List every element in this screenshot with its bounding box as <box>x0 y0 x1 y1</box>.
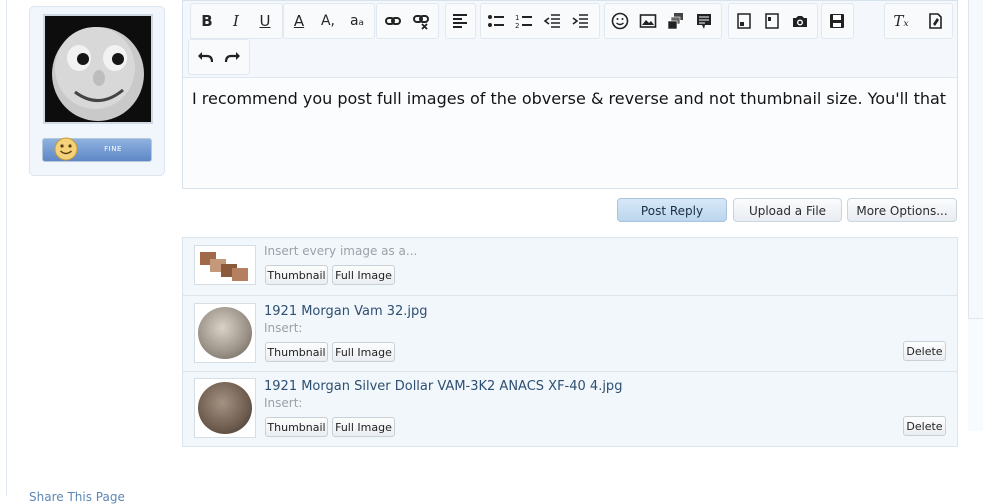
text-color-icon[interactable]: A <box>287 8 311 34</box>
svg-text:1: 1 <box>515 14 519 22</box>
delete-button[interactable]: Delete <box>903 341 946 361</box>
align-icon[interactable] <box>448 8 472 34</box>
insert-all-thumbnail-button[interactable]: Thumbnail <box>265 265 328 285</box>
insert-all-row: Insert every image as a... Thumbnail Ful… <box>183 238 957 295</box>
toolbar-group-font: A A, aₐ <box>283 3 375 39</box>
quote-icon[interactable] <box>692 8 716 34</box>
toolbar-group-list: 12 <box>480 3 600 39</box>
attachment-list: Insert every image as a... Thumbnail Ful… <box>182 237 958 447</box>
save-icon[interactable] <box>825 8 849 34</box>
toolbar-group-insert <box>604 3 722 39</box>
upload-file-button[interactable]: Upload a File <box>733 198 842 222</box>
share-page-heading: Share This Page <box>29 490 125 504</box>
attachments-image-icon <box>195 246 255 284</box>
delete-button[interactable]: Delete <box>903 416 946 436</box>
unlink-icon[interactable] <box>409 8 433 34</box>
more-options-button[interactable]: More Options... <box>847 198 957 222</box>
badge-label: FINE <box>104 145 122 153</box>
attachment-filename[interactable]: 1921 Morgan Silver Dollar VAM-3K2 ANACS … <box>264 379 622 394</box>
thumbnail-button[interactable]: Thumbnail <box>265 342 328 362</box>
media-icon[interactable] <box>664 8 688 34</box>
svg-text:2: 2 <box>515 22 519 30</box>
post-reply-button[interactable]: Post Reply <box>617 198 727 222</box>
avatar-image <box>45 16 151 122</box>
bullet-list-icon[interactable] <box>484 8 508 34</box>
toolbar-group-align <box>445 3 476 39</box>
attachment-row: 1921 Morgan Silver Dollar VAM-3K2 ANACS … <box>183 371 957 447</box>
smiley-icon <box>54 137 78 161</box>
toolbar-group-link <box>376 3 439 39</box>
toolbar-group-code <box>728 3 818 39</box>
image-icon[interactable] <box>636 8 660 34</box>
insert-all-thumbnail <box>194 245 256 285</box>
font-family-icon[interactable]: aₐ <box>345 8 369 34</box>
toolbar-group-history <box>188 39 250 75</box>
toolbar-group-misc: Tₓ <box>884 3 953 39</box>
insert-label: Insert: <box>264 321 303 335</box>
insert-label: Insert: <box>264 396 303 410</box>
link-icon[interactable] <box>381 8 405 34</box>
full-image-button[interactable]: Full Image <box>332 417 395 437</box>
message-editor: B I U A A, aₐ 1 2 Tₓ I recommend you pos… <box>182 0 958 189</box>
coin-image <box>198 307 252 359</box>
camera-icon[interactable] <box>788 8 812 34</box>
attachment-thumbnail[interactable] <box>194 303 256 363</box>
insert-all-hint: Insert every image as a... <box>264 244 418 258</box>
outdent-icon[interactable] <box>540 8 564 34</box>
smilie-icon[interactable] <box>608 8 632 34</box>
code-icon[interactable] <box>732 8 756 34</box>
italic-icon[interactable]: I <box>224 8 248 34</box>
php-icon[interactable] <box>760 8 784 34</box>
attachment-thumbnail[interactable] <box>194 378 256 438</box>
indent-icon[interactable] <box>568 8 592 34</box>
toolbar-group-save <box>821 3 854 39</box>
avatar[interactable] <box>43 14 153 124</box>
font-size-icon[interactable]: A, <box>316 8 340 34</box>
underline-icon[interactable]: U <box>253 8 277 34</box>
editor-toolbar: B I U A A, aₐ 1 2 Tₓ <box>183 1 957 78</box>
remove-format-icon[interactable]: Tₓ <box>889 8 913 34</box>
undo-icon[interactable] <box>193 44 217 70</box>
sidebar-edge-lower <box>968 318 983 431</box>
user-rank-badge: FINE <box>42 137 152 162</box>
redo-icon[interactable] <box>221 44 245 70</box>
user-info-panel: FINE <box>29 6 165 176</box>
editor-content[interactable]: I recommend you post full images of the … <box>192 87 947 111</box>
numbered-list-icon[interactable]: 12 <box>512 8 536 34</box>
coin-image <box>198 382 252 434</box>
insert-all-full-image-button[interactable]: Full Image <box>332 265 395 285</box>
thumbnail-button[interactable]: Thumbnail <box>265 417 328 437</box>
attachment-filename[interactable]: 1921 Morgan Vam 32.jpg <box>264 304 428 319</box>
left-divider <box>6 0 7 496</box>
bold-icon[interactable]: B <box>195 8 219 34</box>
attachment-row: 1921 Morgan Vam 32.jpg Insert: Thumbnail… <box>183 295 957 371</box>
toggle-bbcode-icon[interactable] <box>923 8 947 34</box>
toolbar-group-text-style: B I U <box>190 3 283 39</box>
full-image-button[interactable]: Full Image <box>332 342 395 362</box>
